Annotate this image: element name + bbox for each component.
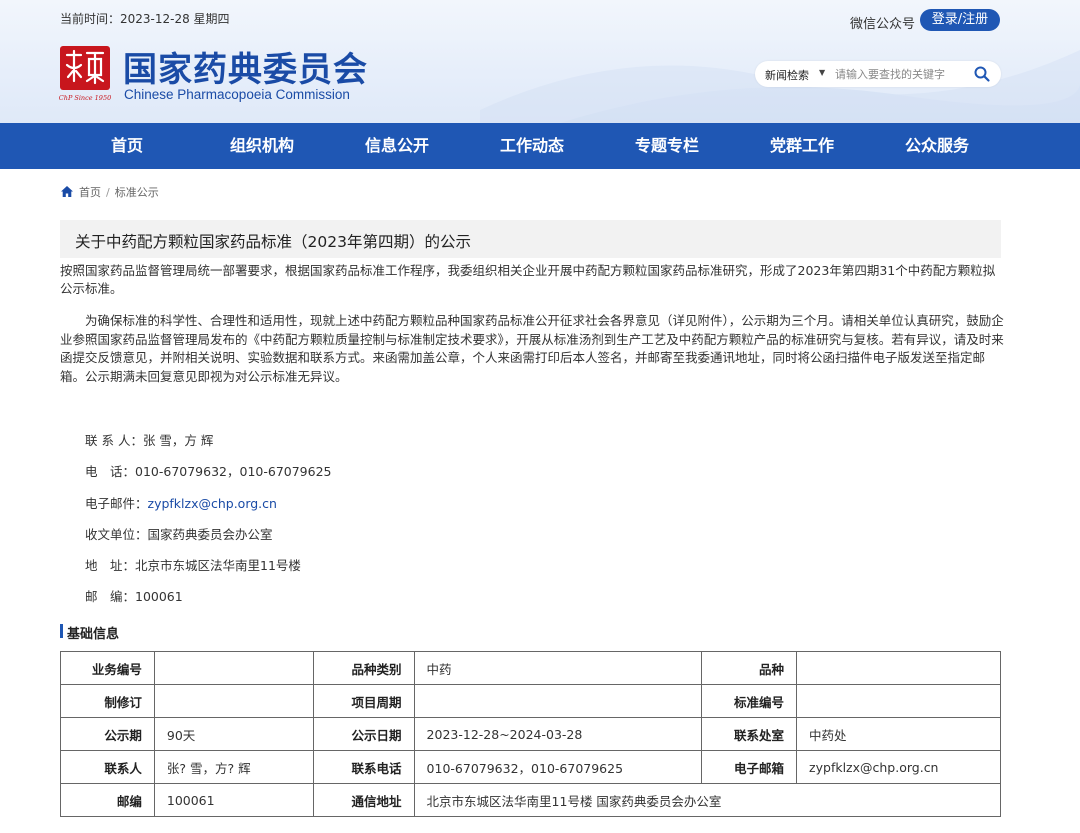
table-cell <box>153 684 314 718</box>
table-cell: 2023-12-28~2024-03-28 <box>413 717 703 751</box>
table-label: 电子邮箱 <box>701 750 798 784</box>
table-row: 联系人 张? 雪，方? 辉 联系电话 010-67079632，010-6707… <box>60 750 1001 784</box>
site-header: 当前时间：2023-12-28 星期四 微信公众号 登录/注册 ChP Sinc… <box>0 0 1080 123</box>
table-label: 品种类别 <box>312 651 415 685</box>
breadcrumb-home[interactable]: 首页 <box>79 186 101 199</box>
table-row: 邮编 100061 通信地址 北京市东城区法华南里11号楼 国家药典委员会办公室 <box>60 783 1002 817</box>
contact-phone: 电 话：010-67079632，010-67079625 <box>85 464 332 479</box>
contact-email-label: 电子邮件： <box>85 496 148 511</box>
table-cell: 90天 <box>153 717 314 751</box>
main-nav: 首页 组织机构 信息公开 工作动态 专题专栏 党群工作 公众服务 <box>0 123 1080 169</box>
table-label: 联系人 <box>60 750 155 784</box>
basic-info-heading: 基础信息 <box>60 623 119 642</box>
contact-person: 联 系 人：张 雪，方 辉 <box>85 433 214 448</box>
article-paragraph-1: 按照国家药品监督管理局统一部署要求，根据国家药品标准工作程序，我委组织相关企业开… <box>60 263 996 296</box>
table-label: 标准编号 <box>701 684 798 718</box>
chevron-down-icon[interactable]: ▼ <box>819 68 825 77</box>
breadcrumb-current[interactable]: 标准公示 <box>115 186 159 199</box>
seal-logo-caption: ChP Since 1950 <box>59 94 111 102</box>
contact-address: 地 址：北京市东城区法华南里11号楼 <box>85 558 301 573</box>
table-cell <box>153 651 314 685</box>
table-label: 品种 <box>701 651 798 685</box>
nav-item-public-service[interactable]: 公众服务 <box>905 123 969 169</box>
table-cell <box>796 651 1001 685</box>
breadcrumb: 首页 / 标准公示 <box>61 184 159 200</box>
seal-logo-icon[interactable]: ChP Since 1950 <box>59 45 111 103</box>
table-label: 联系电话 <box>312 750 415 784</box>
login-register-button[interactable]: 登录/注册 <box>920 9 1000 31</box>
article-title-bar: 关于中药配方颗粒国家药品标准（2023年第四期）的公示 <box>60 220 1001 258</box>
table-label: 联系处室 <box>701 717 798 751</box>
nav-item-organization[interactable]: 组织机构 <box>230 123 294 169</box>
table-label: 公示日期 <box>312 717 415 751</box>
nav-item-home[interactable]: 首页 <box>111 123 143 169</box>
home-icon[interactable] <box>61 186 73 197</box>
search-type-select[interactable]: 新闻检索 <box>765 67 809 83</box>
nav-item-info-disclosure[interactable]: 信息公开 <box>365 123 429 169</box>
basic-info-table: 业务编号 品种类别 中药 品种 制修订 项目周期 标准编号 公示期 90天 公示… <box>60 651 1002 817</box>
table-label: 邮编 <box>60 783 155 817</box>
table-label: 公示期 <box>60 717 155 751</box>
table-row: 业务编号 品种类别 中药 品种 <box>60 651 1001 685</box>
table-cell[interactable]: zypfklzx@chp.org.cn <box>796 750 1001 784</box>
table-cell: 北京市东城区法华南里11号楼 国家药典委员会办公室 <box>413 783 1002 817</box>
table-label: 项目周期 <box>312 684 415 718</box>
contact-email-row: 电子邮件：zypfklzx@chp.org.cn <box>85 493 277 512</box>
table-cell: 010-67079632，010-67079625 <box>413 750 703 784</box>
table-cell: 中药 <box>413 651 703 685</box>
site-title-cn[interactable]: 国家药典委员会 <box>123 42 368 91</box>
article-paragraph-2: 为确保标准的科学性、合理性和适用性，现就上述中药配方颗粒品种国家药品标准公开征求… <box>60 313 1004 384</box>
table-label: 制修订 <box>60 684 155 718</box>
search-icon[interactable] <box>973 65 991 83</box>
table-label: 业务编号 <box>60 651 155 685</box>
article-title: 关于中药配方颗粒国家药品标准（2023年第四期）的公示 <box>75 233 471 251</box>
breadcrumb-separator: / <box>106 186 110 199</box>
nav-item-party-work[interactable]: 党群工作 <box>770 123 834 169</box>
search-input[interactable] <box>835 65 965 83</box>
search-box: 新闻检索 ▼ <box>755 61 1001 87</box>
table-row: 制修订 项目周期 标准编号 <box>60 684 1001 718</box>
contact-postcode: 邮 编：100061 <box>85 589 183 604</box>
table-row: 公示期 90天 公示日期 2023-12-28~2024-03-28 联系处室 … <box>60 717 1001 751</box>
wechat-link[interactable]: 微信公众号 <box>850 13 915 32</box>
table-cell: 中药处 <box>796 717 1001 751</box>
nav-item-work-news[interactable]: 工作动态 <box>500 123 564 169</box>
table-cell <box>413 684 703 718</box>
site-title-en: Chinese Pharmacopoeia Commission <box>124 87 350 102</box>
table-cell: 张? 雪，方? 辉 <box>153 750 314 784</box>
table-cell: 100061 <box>153 783 314 817</box>
table-label: 通信地址 <box>312 783 415 817</box>
nav-item-special-topics[interactable]: 专题专栏 <box>635 123 699 169</box>
contact-unit: 收文单位：国家药典委员会办公室 <box>85 527 273 542</box>
table-cell <box>796 684 1001 718</box>
contact-email-link[interactable]: zypfklzx@chp.org.cn <box>148 496 277 511</box>
current-date: 当前时间：2023-12-28 星期四 <box>60 12 230 26</box>
